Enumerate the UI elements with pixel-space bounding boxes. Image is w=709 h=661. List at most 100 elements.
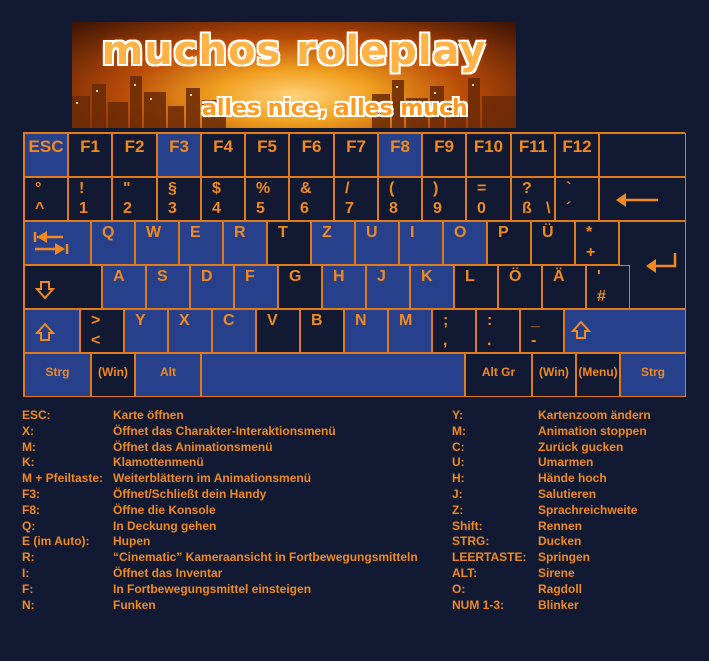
key-f6[interactable]: F6 [289,133,334,177]
key-comma[interactable]: ;, [432,309,476,353]
key-b[interactable]: B [300,309,344,353]
key-a[interactable]: A [102,265,146,309]
key-o[interactable]: O [443,221,487,265]
key-ue[interactable]: Ü [531,221,575,265]
key-shift-left[interactable] [24,309,80,353]
key-y[interactable]: Y [124,309,168,353]
key-strg-left[interactable]: Strg [24,353,91,397]
key-hash[interactable]: ' # [586,265,630,309]
key-sz[interactable]: ? ß \ [511,177,555,221]
key-f4[interactable]: F4 [201,133,245,177]
key-0[interactable]: = 0 [466,177,511,221]
key-altgr[interactable]: Alt Gr [465,353,532,397]
key-l[interactable]: L [454,265,498,309]
key-w[interactable]: W [135,221,179,265]
key-menu[interactable]: (Menu) [576,353,620,397]
legend-item: F3: Öffnet/Schließt dein Handy [22,487,442,503]
key-strg-right[interactable]: Strg [620,353,686,397]
key-label: & [300,180,312,197]
legend-item: H: Hände hoch [452,471,692,487]
key-9[interactable]: ) 9 [422,177,466,221]
key-4[interactable]: $4 [201,177,245,221]
key-label: _ [531,312,540,329]
key-win-right[interactable]: (Win) [532,353,576,397]
key-label: Alt Gr [481,365,516,379]
legend-item: Y: Kartenzoom ändern [452,408,692,424]
key-label: ß [522,200,532,217]
key-3[interactable]: § 3 [157,177,201,221]
key-u[interactable]: U [355,221,399,265]
key-lt[interactable]: > < [80,309,124,353]
key-2[interactable]: " 2 [112,177,157,221]
key-accent[interactable]: ` ´ [555,177,599,221]
key-p[interactable]: P [487,221,531,265]
key-label: < [91,332,101,349]
key-label: E [190,224,201,241]
key-m[interactable]: M [388,309,432,353]
key-shift-right[interactable] [564,309,686,353]
key-esc[interactable]: ESC [24,133,68,177]
legend-key: LEERTASTE: [452,550,527,565]
key-f7[interactable]: F7 [334,133,378,177]
key-f1[interactable]: F1 [68,133,112,177]
key-label: T [278,224,288,241]
key-1[interactable]: ! 1 [68,177,112,221]
legend-key: E (im Auto): [22,534,90,549]
key-f11[interactable]: F11 [511,133,555,177]
key-alt[interactable]: Alt [135,353,201,397]
key-tab[interactable] [24,221,91,265]
key-period[interactable]: :. [476,309,520,353]
key-ae[interactable]: Ä [542,265,586,309]
legend-item: R: “Cinematic” Kameraansicht in Fortbeweg… [22,550,442,566]
key-z[interactable]: Z [311,221,355,265]
key-f12[interactable]: F12 [555,133,599,177]
legend-desc: Öffne die Konsole [113,502,216,517]
key-plus[interactable]: * + [575,221,619,265]
key-c[interactable]: C [212,309,256,353]
key-v[interactable]: V [256,309,300,353]
key-f5[interactable]: F5 [245,133,289,177]
key-f2[interactable]: F2 [112,133,157,177]
key-label: ) [433,180,439,197]
key-space[interactable] [201,353,465,397]
legend-item: M: Öffnet das Animationsmenü [22,440,442,456]
key-win-left[interactable]: (Win) [91,353,135,397]
key-f8[interactable]: F8 [378,133,422,177]
key-label: V [267,312,278,329]
key-h[interactable]: H [322,265,366,309]
key-7[interactable]: /7 [334,177,378,221]
key-x[interactable]: X [168,309,212,353]
key-f9[interactable]: F9 [422,133,466,177]
key-e[interactable]: E [179,221,223,265]
key-8[interactable]: (8 [378,177,422,221]
key-r[interactable]: R [223,221,267,265]
key-d[interactable]: D [190,265,234,309]
key-backspace[interactable] [599,177,686,221]
key-blank [599,133,686,177]
key-f10[interactable]: F10 [466,133,511,177]
legend-item: Z: Sprachreichweite [452,503,692,519]
legend-desc: Sprachreichweite [538,502,638,517]
key-q[interactable]: Q [91,221,135,265]
key-i[interactable]: I [399,221,443,265]
key-label: A [113,268,125,285]
key-k[interactable]: K [410,265,454,309]
key-f3[interactable]: F3 [157,133,201,177]
key-capslock[interactable] [24,265,102,309]
key-5[interactable]: % 5 [245,177,289,221]
key-label: W [146,224,162,241]
key-s[interactable]: S [146,265,190,309]
key-caret[interactable]: ° ^ [24,177,68,221]
legend-key: Y: [452,408,464,422]
key-n[interactable]: N [344,309,388,353]
key-6[interactable]: & 6 [289,177,334,221]
key-oe[interactable]: Ö [498,265,542,309]
key-j[interactable]: J [366,265,410,309]
key-f[interactable]: F [234,265,278,309]
key-g[interactable]: G [278,265,322,309]
arrow-left-icon [616,193,658,207]
key-minus[interactable]: _ - [520,309,564,353]
key-label: 2 [123,200,132,217]
legend-key: J: [452,486,463,501]
key-t[interactable]: T [267,221,311,265]
